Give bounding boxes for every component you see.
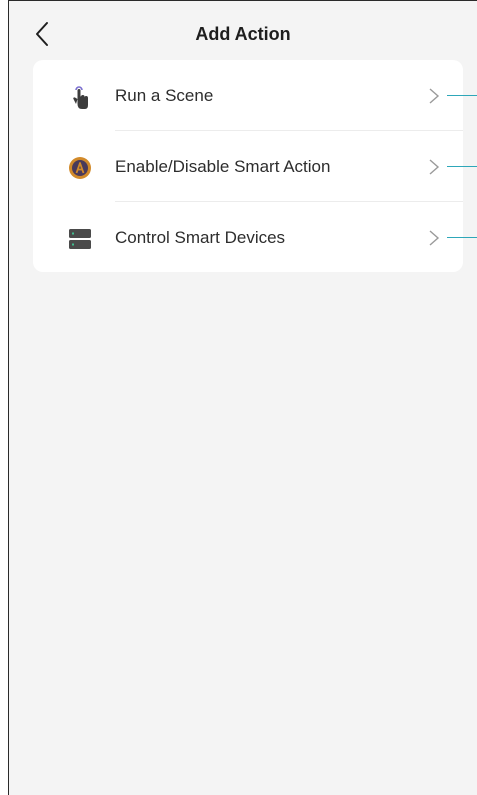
tap-hand-icon <box>73 86 88 109</box>
action-label: Control Smart Devices <box>115 228 286 247</box>
action-list: Run a Scene Enable/Disable Smart Action <box>33 60 477 272</box>
action-row-control-devices[interactable]: Control Smart Devices <box>33 202 477 272</box>
device-stack-icon <box>69 229 91 249</box>
connector-line <box>447 166 477 167</box>
smart-action-a-icon <box>69 157 91 179</box>
chevron-right-icon <box>429 159 440 175</box>
page-title: Add Action <box>195 24 291 44</box>
header: Add Action <box>9 1 477 61</box>
connector-line <box>447 237 477 238</box>
action-row-toggle-smart-action[interactable]: Enable/Disable Smart Action <box>33 131 477 201</box>
action-label: Run a Scene <box>115 86 214 105</box>
action-row-run-scene[interactable]: Run a Scene <box>33 60 477 130</box>
add-action-screen: Add Action Run a Scene Enable/Disable Sm… <box>8 0 477 795</box>
connector-line <box>447 95 477 96</box>
action-label: Enable/Disable Smart Action <box>115 157 331 176</box>
chevron-right-icon <box>429 88 440 104</box>
chevron-right-icon <box>429 230 440 246</box>
